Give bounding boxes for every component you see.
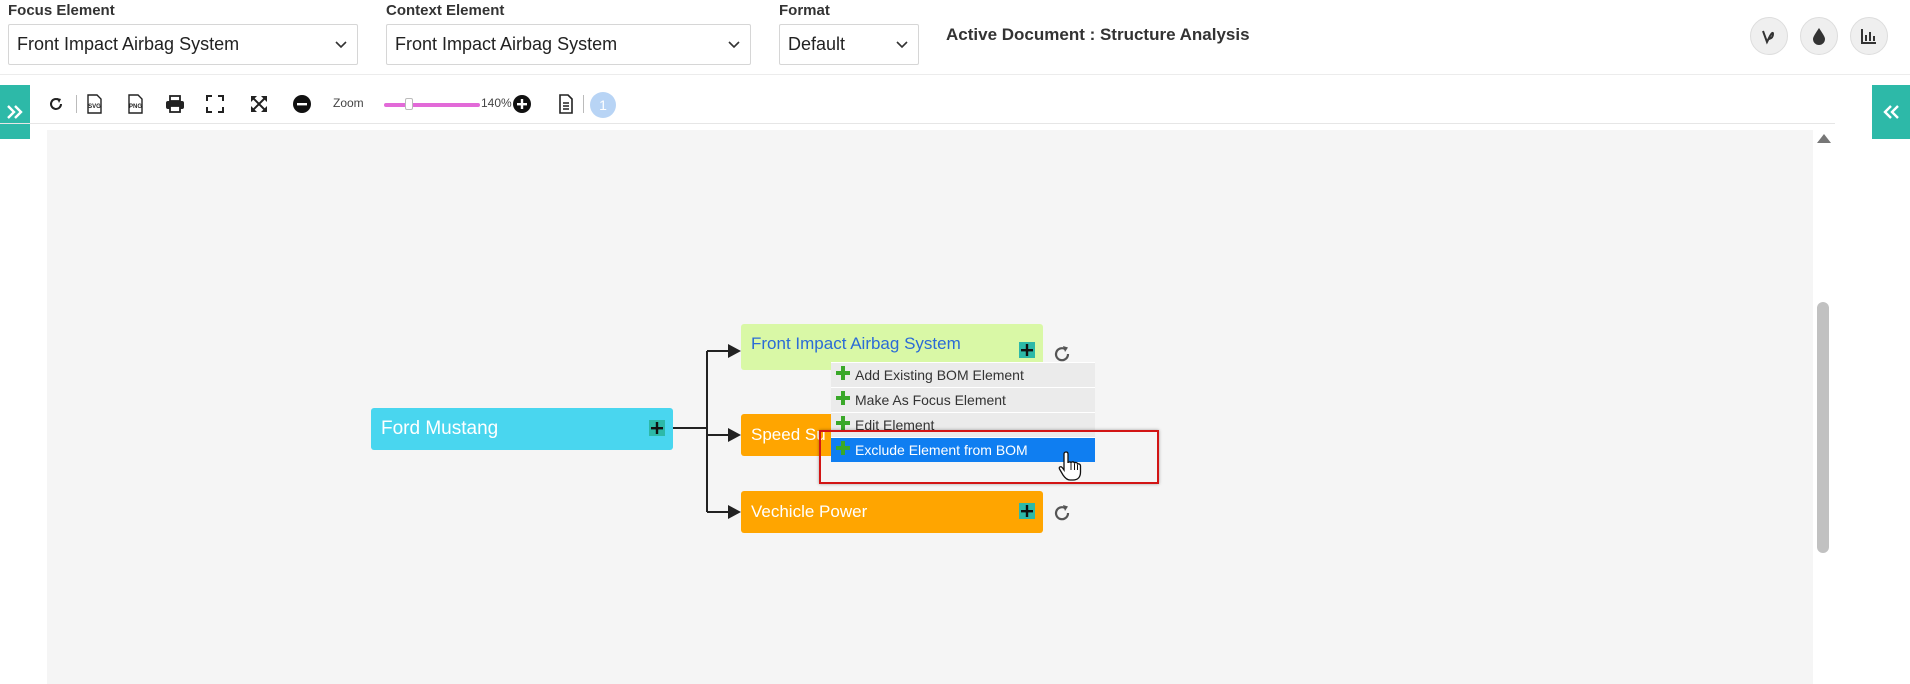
expand-node-button[interactable]: [1019, 342, 1035, 358]
menu-item-label: Add Existing BOM Element: [855, 367, 1024, 383]
node-refresh-button[interactable]: [1051, 502, 1073, 524]
refresh-icon: [1054, 346, 1070, 362]
node-label: Ford Mustang: [381, 418, 499, 439]
plus-icon: [1021, 344, 1033, 356]
highlight-box: [819, 430, 1159, 484]
node-label: Front Impact Airbag System: [751, 334, 961, 353]
node-label: Speed Su: [751, 425, 826, 444]
menu-item-make-as-focus-element[interactable]: Make As Focus Element: [831, 387, 1095, 412]
plus-icon: [835, 365, 851, 381]
expand-node-button[interactable]: [1019, 503, 1035, 519]
node-ford-mustang[interactable]: Ford Mustang: [371, 408, 673, 450]
plus-icon: [651, 422, 663, 434]
plus-icon: [835, 390, 851, 406]
menu-item-label: Make As Focus Element: [855, 392, 1006, 408]
plus-icon: [1021, 505, 1033, 517]
expand-node-button[interactable]: [649, 420, 665, 436]
node-vechicle-power[interactable]: Vechicle Power: [741, 491, 1043, 533]
refresh-icon: [1054, 505, 1070, 521]
plus-icon: [835, 415, 851, 431]
menu-item-add-existing-bom-element[interactable]: Add Existing BOM Element: [831, 362, 1095, 387]
hand-cursor-icon: [1058, 451, 1082, 481]
node-label: Vechicle Power: [751, 502, 868, 521]
